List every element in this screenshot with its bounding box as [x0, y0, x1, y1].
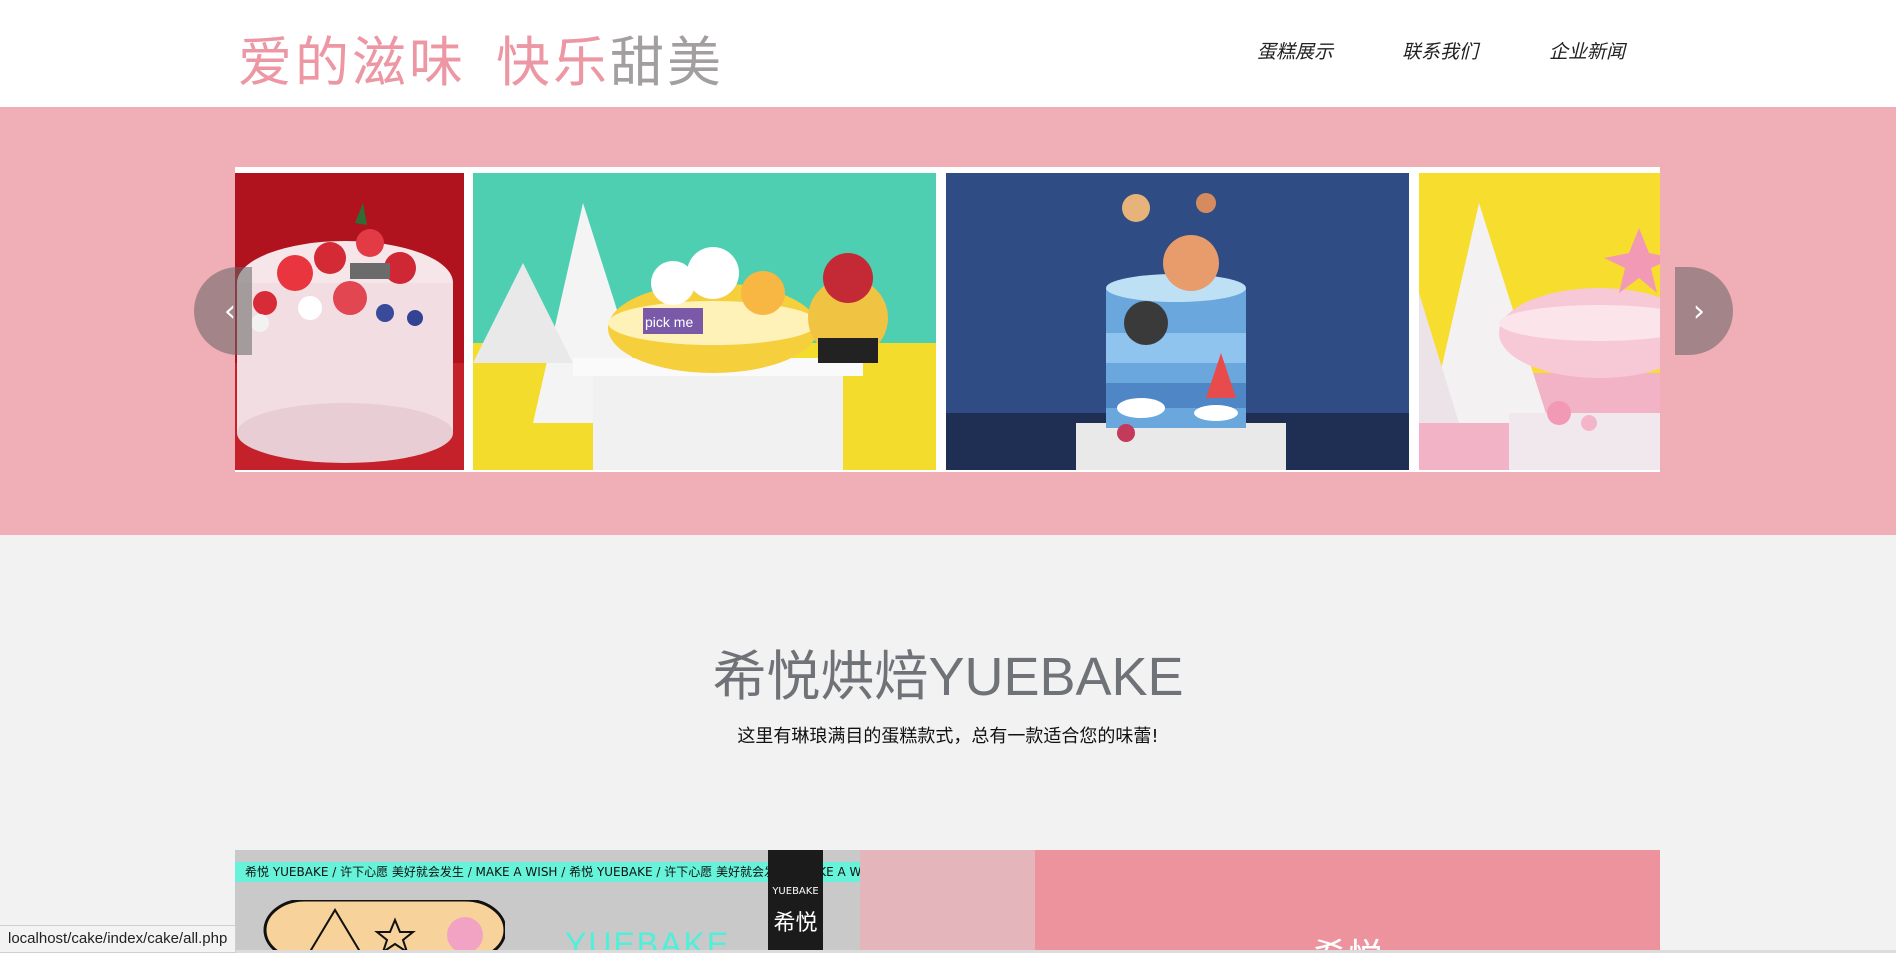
chevron-right-icon: › — [1693, 293, 1705, 329]
site-slogan: 爱的滋味 快乐甜美 — [238, 18, 724, 97]
section-title-en: YUEBAKE — [928, 647, 1184, 707]
nav-item-label: 联系我们 — [1401, 40, 1478, 63]
poster-logo-en: YUEBAKE — [772, 886, 819, 897]
nav-item-cake-display[interactable]: 蛋糕展示 — [1230, 27, 1360, 73]
showcase-info-panel: 希悦 — [1035, 850, 1660, 953]
section-subtitle: 这里有琳琅满目的蛋糕款式，总有一款适合您的味蕾! — [737, 726, 1159, 747]
poster-logo-cn: 希悦 — [773, 911, 818, 936]
poster-brand-logo: YUEBAKE 希悦 — [768, 850, 823, 953]
featured-poster-image[interactable]: 希悦 YUEBAKE / 许下心愿 美好就会发生 / MAKE A WISH /… — [235, 850, 860, 953]
slogan-part-sweet: 甜美 — [610, 31, 724, 94]
carousel-prev-button[interactable]: ‹ — [194, 267, 252, 355]
nav-item-contact[interactable]: 联系我们 — [1375, 27, 1505, 73]
nav-item-label: 蛋糕展示 — [1256, 40, 1333, 63]
section-title-cn: 希悦烘焙 — [712, 645, 929, 708]
nav-item-news[interactable]: 企业新闻 — [1522, 27, 1652, 73]
showcase-divider-block — [860, 850, 1035, 953]
poster-illustration — [263, 900, 505, 953]
nav-item-label: 希悦烘焙店 — [1099, 40, 1195, 63]
hero-banner: pick me ‹ › — [0, 107, 1896, 535]
chevron-left-icon: ‹ — [224, 293, 236, 329]
site-header: 爱的滋味 快乐甜美 希悦烘焙店 蛋糕展示 联系我们 企业新闻 — [0, 0, 1896, 107]
featured-showcase: 希悦 YUEBAKE / 许下心愿 美好就会发生 / MAKE A WISH /… — [235, 850, 1660, 953]
slogan-part-love: 爱的滋味 — [238, 31, 466, 94]
cake-carousel: pick me — [235, 167, 1660, 472]
carousel-next-button[interactable]: › — [1675, 267, 1733, 355]
browser-status-bar: localhost/cake/index/cake/all.php — [0, 925, 237, 953]
slogan-part-happy: 快乐 — [496, 31, 610, 94]
carousel-slide-pink-bowl-cake[interactable] — [1419, 173, 1660, 470]
section-title: 希悦烘焙YUEBAKE — [0, 632, 1896, 711]
poster-banner-strip: 希悦 YUEBAKE / 许下心愿 美好就会发生 / MAKE A WISH /… — [235, 862, 860, 882]
carousel-slide-space-cake[interactable] — [946, 173, 1409, 470]
carousel-slide-strawberry-cake[interactable] — [235, 173, 464, 470]
nav-item-label: 企业新闻 — [1548, 40, 1625, 63]
carousel-slide-pick-me-cake[interactable]: pick me — [473, 173, 936, 470]
slide-pick-me-text: pick me — [645, 314, 693, 330]
poster-brand-word: YUEBAKE — [565, 926, 731, 953]
nav-item-bakery[interactable]: 希悦烘焙店 — [1077, 27, 1217, 73]
